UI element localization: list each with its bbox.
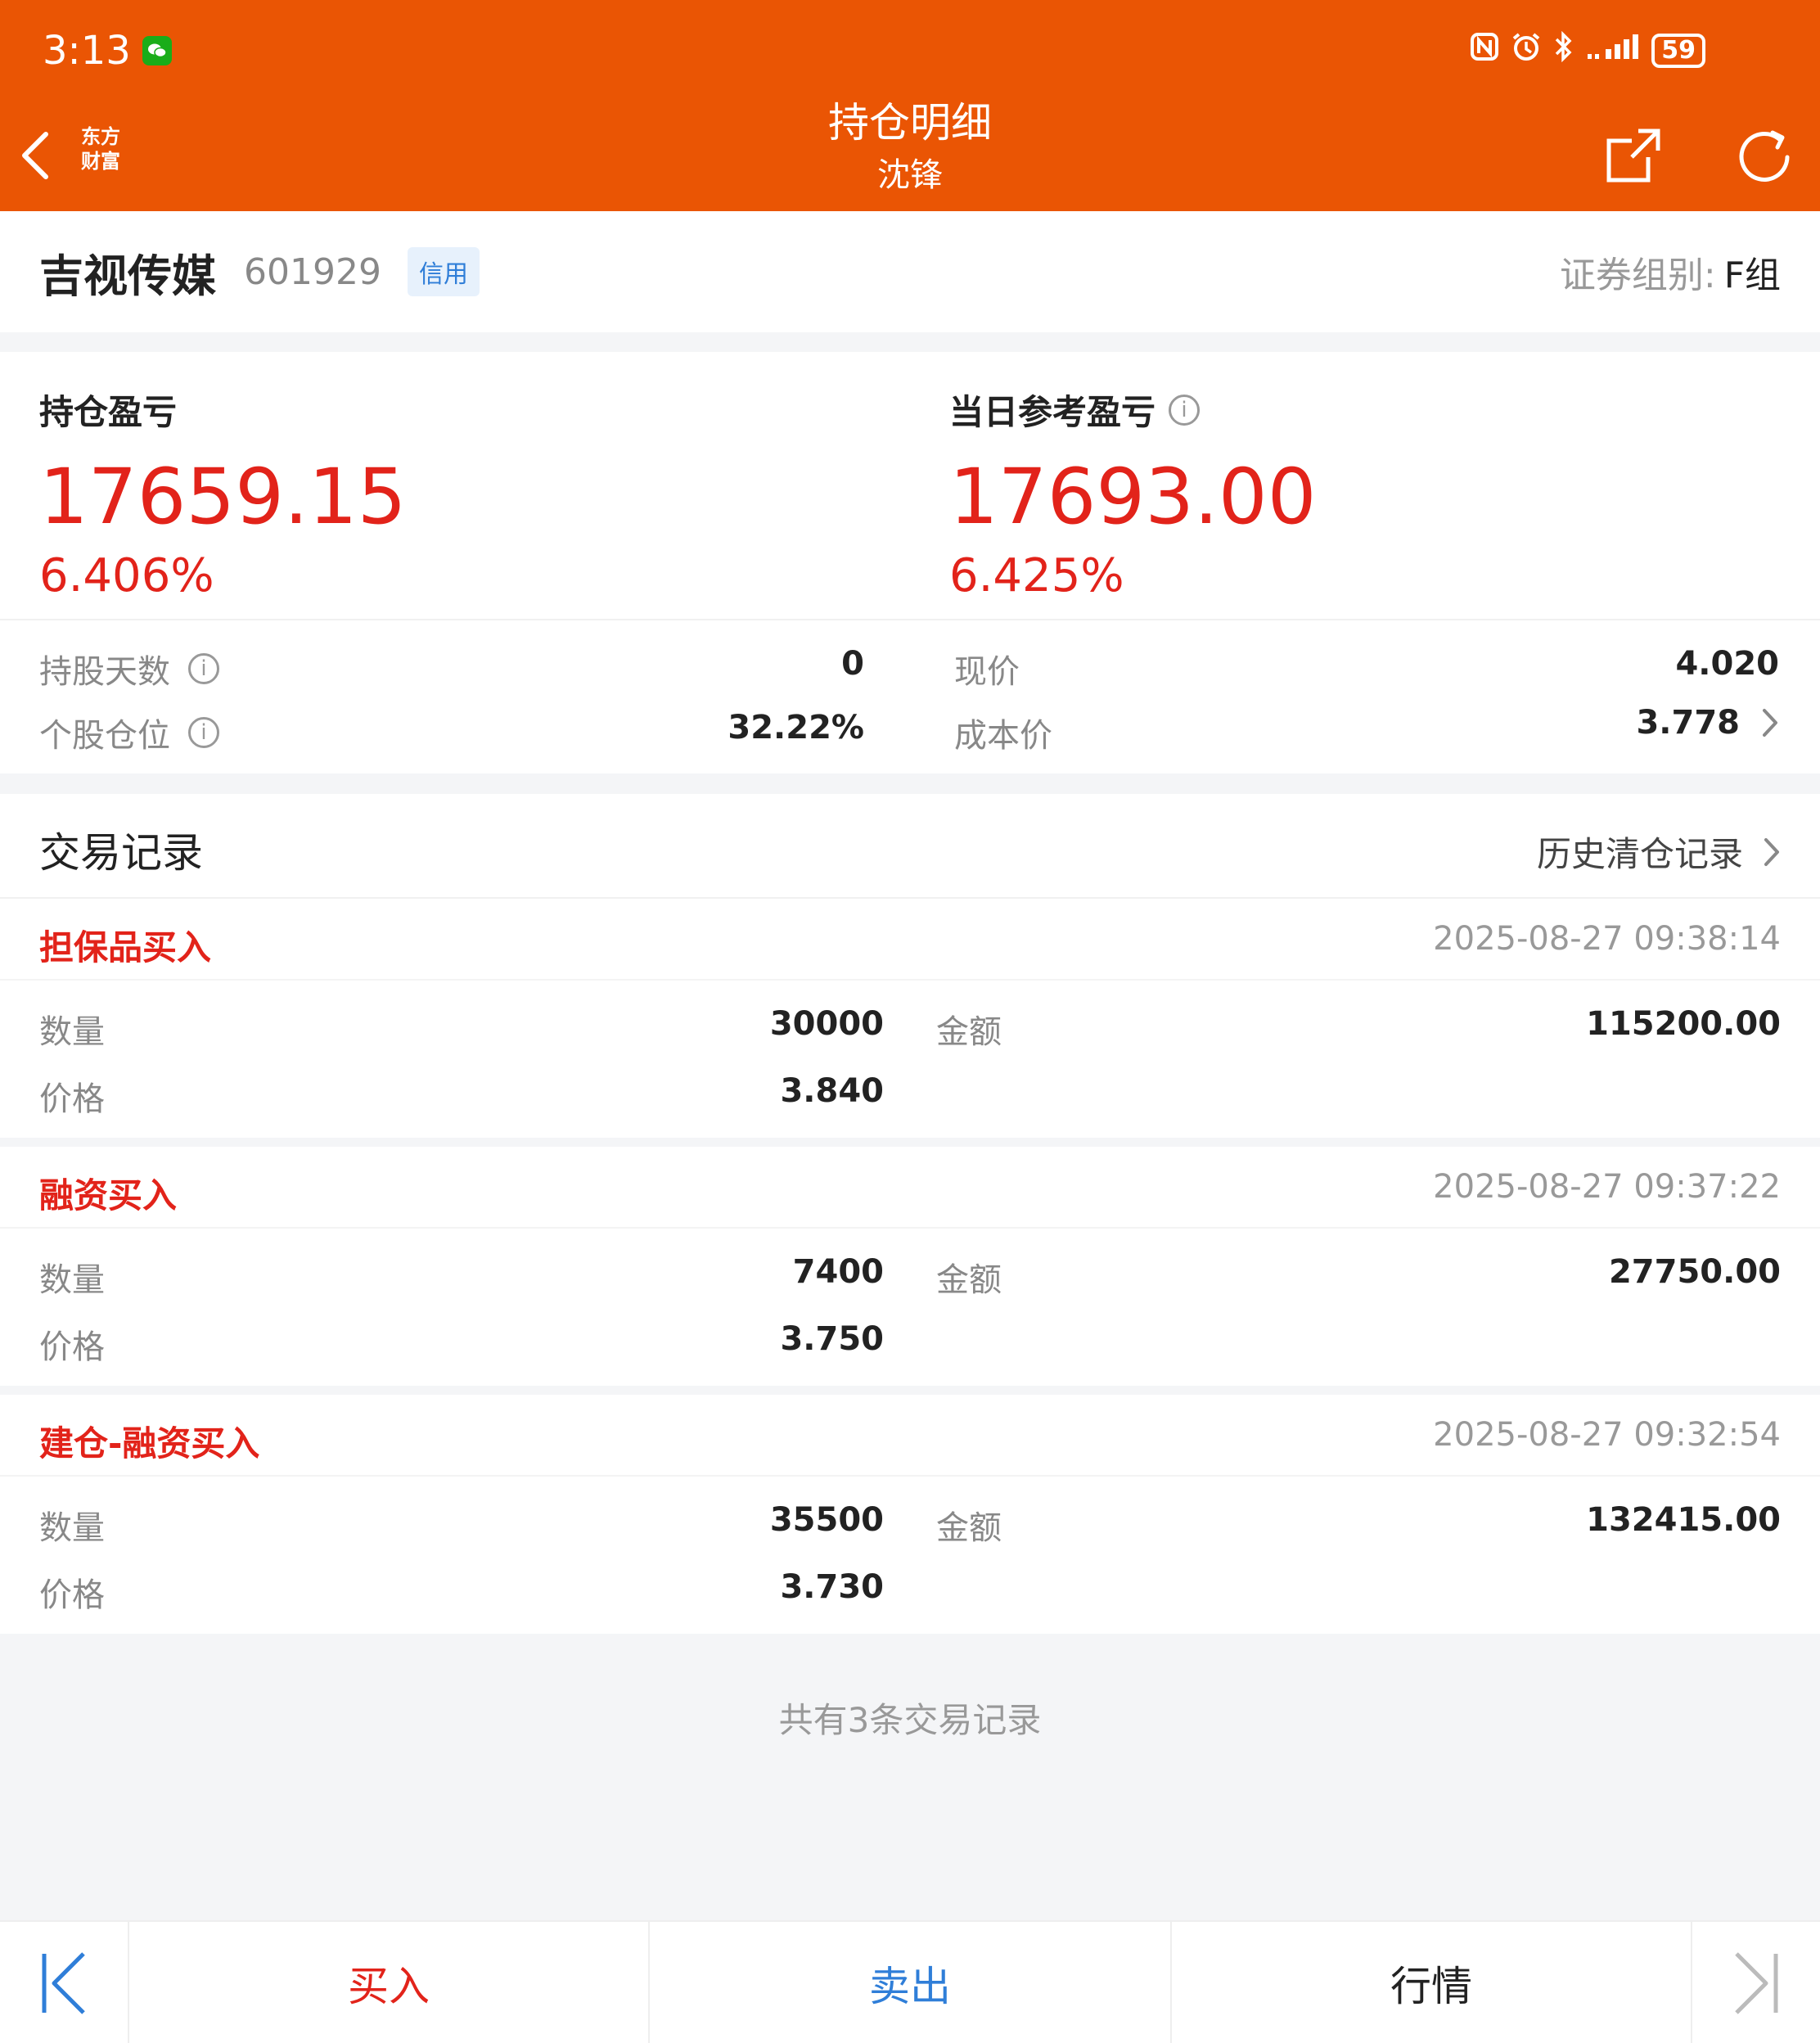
amount-value: 27750.00 xyxy=(1608,1253,1781,1291)
position-ratio-value: 32.22% xyxy=(728,709,864,746)
amount-value: 132415.00 xyxy=(1586,1501,1781,1539)
quantity-label: 数量 xyxy=(39,1261,105,1299)
cost-price-link[interactable]: 3.778 xyxy=(1473,704,1779,742)
stock-info-row: 吉视传媒 601929 信用 证券组别: F组 xyxy=(0,211,1820,332)
amount-value: 115200.00 xyxy=(1586,1005,1781,1043)
app-header: 3:13 59 东方 财富 持仓明细 沈锋 xyxy=(0,0,1820,211)
trade-record[interactable]: 融资买入 2025-08-27 09:37:22 数量 7400 金额 2775… xyxy=(0,1147,1820,1386)
chevron-right-icon xyxy=(1763,709,1777,737)
position-ratio-label: 个股仓位 i xyxy=(39,709,219,756)
current-price-value: 4.020 xyxy=(1675,645,1779,683)
nfc-icon xyxy=(1470,32,1499,69)
cost-price-label: 成本价 xyxy=(954,717,1052,755)
profit-card: 持仓盈亏 17659.15 6.406% 当日参考盈亏 i 17693.00 6… xyxy=(0,352,1820,773)
trade-count-summary: 共有3条交易记录 xyxy=(778,1700,1042,1740)
cost-price-value: 3.778 xyxy=(1636,704,1740,742)
previous-stock-button[interactable] xyxy=(0,1922,128,2043)
wechat-icon xyxy=(142,36,172,65)
trade-record-header: 担保品买入 2025-08-27 09:38:14 xyxy=(0,899,1820,981)
daily-profit-percent: 6.425% xyxy=(949,549,1124,602)
divider xyxy=(0,619,1820,620)
brand-logo: 东方 财富 xyxy=(81,124,120,173)
daily-profit-value: 17693.00 xyxy=(949,453,1317,542)
battery-indicator: 59 xyxy=(1651,33,1705,68)
bluetooth-icon xyxy=(1553,30,1574,70)
trade-record[interactable]: 担保品买入 2025-08-27 09:38:14 数量 30000 金额 11… xyxy=(0,899,1820,1138)
credit-badge: 信用 xyxy=(407,247,480,296)
quantity-value: 7400 xyxy=(792,1253,884,1291)
trade-time: 2025-08-27 09:37:22 xyxy=(1433,1168,1781,1206)
amount-label: 金额 xyxy=(936,1261,1002,1299)
history-clearance-link[interactable]: 历史清仓记录 xyxy=(1537,827,1781,877)
trade-time: 2025-08-27 09:38:14 xyxy=(1433,920,1781,958)
price-value: 3.750 xyxy=(780,1320,884,1358)
info-icon[interactable]: i xyxy=(1169,394,1201,426)
chevron-left-icon xyxy=(22,132,48,179)
holding-days-label: 持股天数 i xyxy=(39,645,219,692)
price-value: 3.730 xyxy=(780,1568,884,1606)
price-label: 价格 xyxy=(39,1576,105,1614)
current-price-label: 现价 xyxy=(954,653,1020,691)
trade-type: 建仓-融资买入 xyxy=(39,1423,260,1463)
next-stock-button[interactable] xyxy=(1692,1922,1820,2043)
quantity-value: 35500 xyxy=(769,1501,884,1539)
buy-button[interactable]: 买入 xyxy=(129,1922,648,2043)
header-title-group: 持仓明细 沈锋 xyxy=(0,97,1820,198)
refresh-icon xyxy=(1739,130,1790,182)
holding-profit-percent: 6.406% xyxy=(39,549,214,602)
info-icon[interactable]: i xyxy=(188,653,219,684)
amount-label: 金额 xyxy=(936,1509,1002,1547)
trade-records-header: 交易记录 历史清仓记录 xyxy=(0,794,1820,899)
signal-icon xyxy=(1586,33,1640,68)
holding-profit-label: 持仓盈亏 xyxy=(39,392,178,432)
stock-code: 601929 xyxy=(244,250,381,293)
security-group: 证券组别: F组 xyxy=(1559,255,1781,296)
holding-profit-block: 持仓盈亏 17659.15 6.406% xyxy=(39,385,407,602)
chevron-right-icon xyxy=(1764,837,1779,866)
info-icon[interactable]: i xyxy=(188,717,219,748)
trade-time: 2025-08-27 09:32:54 xyxy=(1433,1416,1781,1454)
trade-type: 担保品买入 xyxy=(39,927,212,967)
status-bar-icons: 59 xyxy=(1470,30,1705,70)
daily-profit-label: 当日参考盈亏 i xyxy=(949,385,1317,435)
holding-profit-value: 17659.15 xyxy=(39,453,407,542)
trade-record-header: 融资买入 2025-08-27 09:37:22 xyxy=(0,1147,1820,1229)
skip-last-icon xyxy=(1735,1952,1778,2014)
sell-button[interactable]: 卖出 xyxy=(650,1922,1170,2043)
amount-label: 金额 xyxy=(936,1013,1002,1051)
price-label: 价格 xyxy=(39,1328,105,1366)
price-value: 3.840 xyxy=(780,1072,884,1110)
page-title: 持仓明细 xyxy=(828,99,992,147)
trade-record[interactable]: 建仓-融资买入 2025-08-27 09:32:54 数量 35500 金额 … xyxy=(0,1395,1820,1634)
skip-first-icon xyxy=(42,1952,85,2014)
quantity-value: 30000 xyxy=(769,1005,884,1043)
account-holder-name: 沈锋 xyxy=(877,156,943,194)
share-button[interactable] xyxy=(1602,124,1665,187)
quantity-label: 数量 xyxy=(39,1509,105,1547)
bottom-action-bar: 买入 卖出 行情 xyxy=(0,1920,1820,2043)
price-label: 价格 xyxy=(39,1080,105,1118)
daily-profit-block: 当日参考盈亏 i 17693.00 6.425% xyxy=(949,385,1317,602)
trade-type: 融资买入 xyxy=(39,1175,178,1215)
market-button[interactable]: 行情 xyxy=(1172,1922,1691,2043)
back-button[interactable] xyxy=(16,123,65,188)
share-icon xyxy=(1606,129,1660,183)
trade-records-title: 交易记录 xyxy=(39,829,203,877)
stock-name: 吉视传媒 xyxy=(39,250,216,302)
alarm-icon xyxy=(1511,31,1542,70)
holding-days-value: 0 xyxy=(841,645,864,683)
status-bar-time: 3:13 xyxy=(43,26,172,75)
trade-record-header: 建仓-融资买入 2025-08-27 09:32:54 xyxy=(0,1395,1820,1477)
refresh-button[interactable] xyxy=(1732,124,1797,190)
quantity-label: 数量 xyxy=(39,1013,105,1051)
